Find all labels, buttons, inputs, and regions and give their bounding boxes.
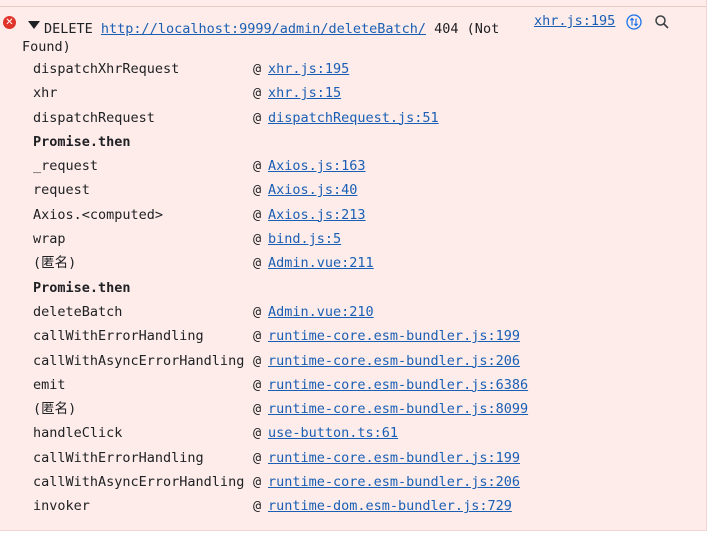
frame-function-name: _request [33, 158, 99, 175]
async-separator: Promise.then [33, 276, 703, 300]
frame-source-link[interactable]: runtime-core.esm-bundler.js:206 [268, 349, 520, 373]
frame-at-sign: @ [253, 474, 262, 491]
frame-function-name: (匿名) [33, 255, 77, 272]
stack-frame: emit @ runtime-core.esm-bundler.js:6386 [33, 373, 703, 397]
frame-function-name: callWithErrorHandling [33, 328, 204, 345]
frame-at-sign: @ [253, 158, 262, 175]
frame-function-name: (匿名) [33, 401, 77, 418]
search-icon[interactable] [654, 14, 670, 30]
frame-source-link[interactable]: runtime-core.esm-bundler.js:199 [268, 324, 520, 348]
frame-source-link[interactable]: runtime-core.esm-bundler.js:6386 [268, 373, 528, 397]
frame-function-name: deleteBatch [33, 303, 123, 320]
stack-frame: wrap @ bind.js:5 [33, 227, 703, 251]
stack-frame: callWithErrorHandling @ runtime-core.esm-b… [33, 446, 703, 470]
frame-source-link[interactable]: runtime-core.esm-bundler.js:199 [268, 446, 520, 470]
error-icon: ✕ [3, 16, 16, 29]
stack-frame: (匿名) @ Admin.vue:211 [33, 251, 703, 275]
frame-function-name: handleClick [33, 425, 123, 442]
request-method: DELETE [44, 21, 93, 37]
stack-frame: callWithErrorHandling @ runtime-core.esm-b… [33, 324, 703, 348]
status-text: 404 (Not [434, 21, 500, 37]
frame-function-name: xhr [33, 85, 58, 102]
frame-function-name: callWithAsyncErrorHandling [33, 474, 245, 491]
stack-frame: Axios.<computed> @ Axios.js:213 [33, 203, 703, 227]
stack-frame: callWithAsyncErrorHandling @ runtime-core.… [33, 470, 703, 494]
frame-function-name: request [33, 182, 90, 199]
status-text-continued: Found) [22, 39, 71, 55]
stack-frame: request @ Axios.js:40 [33, 178, 703, 202]
async-separator-label: Promise.then [33, 133, 131, 150]
stack-frame: (匿名) @ runtime-core.esm-bundler.js:8099 [33, 397, 703, 421]
error-message: DELETE http://localhost:9999/admin/delet… [22, 20, 524, 56]
frame-at-sign: @ [253, 498, 262, 515]
frame-at-sign: @ [253, 449, 262, 466]
frame-source-link[interactable]: Axios.js:213 [268, 203, 366, 227]
frame-function-name: dispatchXhrRequest [33, 61, 180, 77]
frame-at-sign: @ [253, 85, 262, 102]
stack-frame: handleClick @ use-button.ts:61 [33, 421, 703, 445]
frame-at-sign: @ [253, 109, 262, 126]
frame-at-sign: @ [253, 376, 262, 393]
frame-at-sign: @ [253, 206, 262, 223]
frame-source-link[interactable]: Admin.vue:210 [268, 300, 374, 324]
frame-source-link[interactable]: xhr.js:15 [268, 81, 341, 105]
frame-at-sign: @ [253, 303, 262, 320]
async-separator-label: Promise.then [33, 279, 131, 296]
stack-frame: _request @ Axios.js:163 [33, 154, 703, 178]
stack-frame: invoker @ runtime-dom.esm-bundler.js:729 [33, 494, 703, 518]
network-request-icon[interactable] [626, 14, 642, 30]
stack-frame: deleteBatch @ Admin.vue:210 [33, 300, 703, 324]
frame-source-link[interactable]: runtime-core.esm-bundler.js:206 [268, 470, 520, 494]
previous-message-edge [0, 0, 706, 7]
frame-source-link[interactable]: Axios.js:163 [268, 154, 366, 178]
frame-function-name: dispatchRequest [33, 109, 155, 126]
stack-frame: xhr @ xhr.js:15 [33, 81, 703, 105]
frame-source-link[interactable]: runtime-core.esm-bundler.js:8099 [268, 397, 528, 421]
stack-frame: dispatchXhrRequest @ xhr.js:195 [33, 57, 703, 81]
frame-at-sign: @ [253, 255, 262, 272]
frame-source-link[interactable]: Axios.js:40 [268, 178, 357, 202]
frame-function-name: callWithErrorHandling [33, 449, 204, 466]
source-location-link[interactable]: xhr.js:195 [534, 13, 615, 29]
async-separator: Promise.then [33, 130, 703, 154]
console-error-panel: ✕ DELETE http://localhost:9999/admin/del… [0, 0, 707, 531]
request-url-link[interactable]: http://localhost:9999/admin/deleteBatch/ [101, 21, 426, 37]
frame-function-name: callWithAsyncErrorHandling [33, 352, 245, 369]
stack-frame: dispatchRequest @ dispatchRequest.js:51 [33, 106, 703, 130]
stack-frame: callWithAsyncErrorHandling @ runtime-core.… [33, 349, 703, 373]
disclosure-triangle-icon[interactable] [28, 21, 40, 29]
frame-at-sign: @ [253, 182, 262, 199]
frame-at-sign: @ [253, 401, 262, 418]
frame-at-sign: @ [253, 352, 262, 369]
frame-source-link[interactable]: runtime-dom.esm-bundler.js:729 [268, 494, 512, 518]
frame-at-sign: @ [253, 231, 262, 248]
frame-source-link[interactable]: use-button.ts:61 [268, 421, 398, 445]
frame-function-name: invoker [33, 498, 90, 515]
frame-source-link[interactable]: dispatchRequest.js:51 [268, 106, 439, 130]
frame-function-name: wrap [33, 231, 66, 248]
frame-function-name: emit [33, 376, 66, 393]
frame-at-sign: @ [253, 425, 262, 442]
frame-function-name: Axios.<computed> [33, 206, 164, 223]
frame-source-link[interactable]: bind.js:5 [268, 227, 341, 251]
frame-source-link[interactable]: Admin.vue:211 [268, 251, 374, 275]
frame-source-link[interactable]: xhr.js:195 [268, 57, 349, 81]
frame-at-sign: @ [253, 61, 262, 77]
stack-trace: dispatchXhrRequest @ xhr.js:195 xhr @ xhr.js:… [33, 57, 703, 519]
frame-at-sign: @ [253, 328, 262, 345]
